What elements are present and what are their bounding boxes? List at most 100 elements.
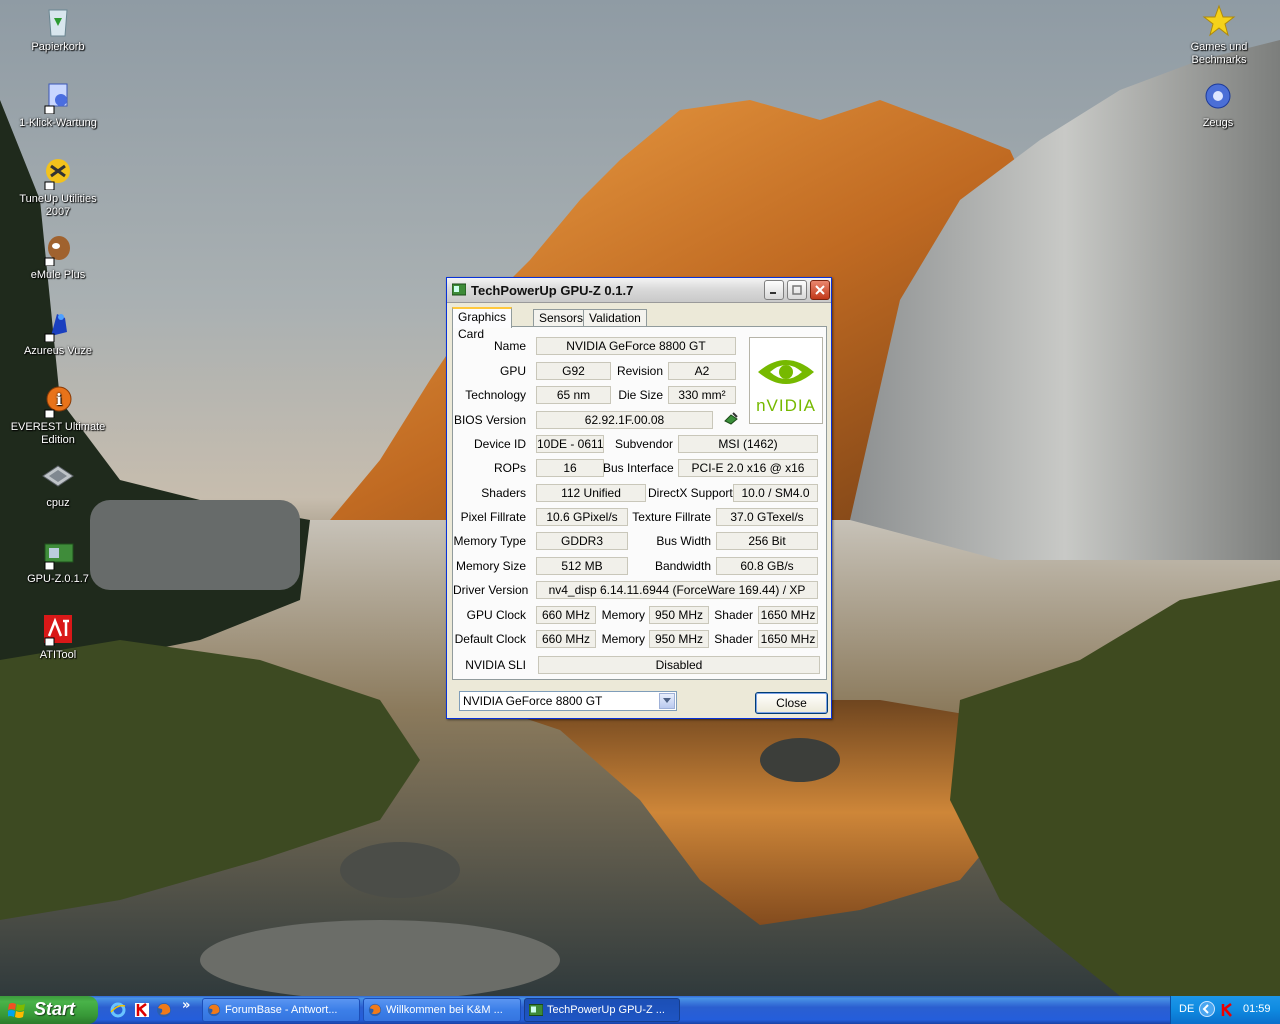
- recycle-bin-icon: [41, 4, 75, 38]
- tray-kaspersky[interactable]: [1219, 1002, 1235, 1018]
- green-chip-icon: [724, 412, 738, 425]
- label-directx-support: DirectX Support: [648, 486, 733, 500]
- taskbar-item-label: TechPowerUp GPU-Z ...: [547, 1004, 665, 1016]
- close-button[interactable]: Close: [755, 692, 828, 714]
- tuneup-utilities-icon: [41, 156, 75, 191]
- desktop-icon-1-klick-wartung[interactable]: 1-Klick-Wartung: [8, 80, 108, 130]
- chevron-down-icon: [663, 698, 671, 703]
- minimize-icon: [770, 292, 776, 294]
- taskbar-item-willkommen[interactable]: Willkommen bei K&M ...: [363, 998, 521, 1022]
- tab-sensors[interactable]: Sensors: [533, 309, 590, 327]
- maximize-button[interactable]: [787, 280, 807, 300]
- firefox-icon: [157, 1003, 171, 1017]
- value-driver-version: nv4_disp 6.14.11.6944 (ForceWare 169.44)…: [536, 581, 818, 599]
- desktop-icon-gpuz[interactable]: GPU-Z.0.1.7: [8, 536, 108, 586]
- value-memory-type: GDDR3: [536, 532, 628, 550]
- desktop-icon-everest-ultimate[interactable]: i EVEREST Ultimate Edition: [8, 384, 108, 447]
- value-rops: 16: [536, 459, 604, 477]
- azureus-frog-icon: [41, 308, 75, 343]
- desktop-icon-atitool[interactable]: ATITool: [8, 612, 108, 662]
- nvidia-eye-icon: [758, 360, 814, 384]
- value-nvidia-sli: Disabled: [538, 656, 820, 674]
- value-bios-version: 62.92.1F.00.08: [536, 411, 713, 429]
- quicklaunch-kaspersky[interactable]: [134, 1002, 150, 1018]
- tab-graphics-card[interactable]: Graphics Card: [452, 307, 513, 341]
- label-default-clock: Default Clock: [454, 632, 526, 646]
- desktop-icon-tuneup-utilities[interactable]: TuneUp Utilities 2007: [8, 156, 108, 219]
- value-shaders: 112 Unified: [536, 484, 646, 502]
- desktop-icon-label: Papierkorb: [31, 41, 85, 53]
- desktop-icon-cpuz[interactable]: cpuz: [8, 460, 108, 510]
- gpuz-window: TechPowerUp GPU-Z 0.1.7 Graphics Card Se…: [446, 277, 832, 719]
- label-default-memory: Memory: [601, 632, 645, 646]
- minimize-button[interactable]: [764, 280, 784, 300]
- quicklaunch-ie[interactable]: [110, 1002, 126, 1018]
- taskbar-item-label: Willkommen bei K&M ...: [386, 1004, 503, 1016]
- quicklaunch-firefox[interactable]: [156, 1002, 172, 1018]
- nvidia-logo-text: nVIDIA: [756, 396, 816, 415]
- tray-expand-button[interactable]: [1199, 1001, 1215, 1017]
- value-bandwidth: 60.8 GB/s: [716, 557, 818, 575]
- label-bios-version: BIOS Version: [453, 413, 526, 427]
- desktop-icon-label: Zeugs: [1202, 117, 1234, 129]
- gpuz-app-icon: [451, 283, 467, 296]
- label-shaders: Shaders: [481, 486, 526, 500]
- maximize-icon: [792, 285, 802, 295]
- desktop-icon-label: Games und Bechmarks: [1190, 41, 1248, 66]
- taskbar-item-forumbase[interactable]: ForumBase - Antwort...: [202, 998, 360, 1022]
- desktop-icon-zeugs[interactable]: Zeugs: [1168, 80, 1268, 130]
- value-default-shader: 1650 MHz: [758, 630, 818, 648]
- desktop-icon-label: GPU-Z.0.1.7: [27, 573, 89, 585]
- window-titlebar[interactable]: TechPowerUp GPU-Z 0.1.7: [447, 278, 831, 303]
- dropdown-button[interactable]: [659, 693, 675, 709]
- taskbar-item-gpuz[interactable]: TechPowerUp GPU-Z ...: [524, 998, 680, 1022]
- value-pixel-fillrate: 10.6 GPixel/s: [536, 508, 628, 526]
- desktop-icon-label: TuneUp Utilities 2007: [19, 193, 97, 218]
- chevron-left-icon: [1202, 1004, 1209, 1014]
- gpuz-card-icon: [41, 536, 75, 571]
- tab-validation[interactable]: Validation: [583, 309, 647, 327]
- clock[interactable]: 01:59: [1243, 1003, 1271, 1015]
- label-bandwidth: Bandwidth: [654, 559, 711, 573]
- label-rops: ROPs: [493, 461, 526, 475]
- desktop: Papierkorb 1-Klick-Wartung TuneUp Utilit…: [0, 0, 1280, 996]
- desktop-icon-label: Azureus Vuze: [23, 345, 93, 357]
- bios-save-button[interactable]: [723, 411, 739, 425]
- label-shader-clock: Shader: [714, 608, 753, 622]
- label-nvidia-sli: NVIDIA SLI: [465, 658, 526, 672]
- system-tray: DE 01:59: [1170, 996, 1280, 1024]
- language-indicator[interactable]: DE: [1179, 1003, 1194, 1015]
- desktop-icon-games-und-benchmarks[interactable]: Games und Bechmarks: [1164, 4, 1274, 67]
- desktop-icon-recycle-bin[interactable]: Papierkorb: [8, 4, 108, 54]
- value-die-size: 330 mm²: [668, 386, 736, 404]
- quicklaunch-chevron[interactable]: »: [182, 998, 190, 1013]
- graphics-card-panel: Name NVIDIA GeForce 8800 GT GPU G92 Revi…: [452, 326, 827, 680]
- label-gpu: GPU: [499, 364, 526, 378]
- nvidia-logo: nVIDIA: [749, 337, 823, 424]
- value-technology: 65 nm: [536, 386, 611, 404]
- close-window-button[interactable]: [810, 280, 830, 300]
- label-memory-clock: Memory: [601, 608, 645, 622]
- label-bus-width: Bus Width: [656, 534, 711, 548]
- value-memory-size: 512 MB: [536, 557, 628, 575]
- value-memory-clock: 950 MHz: [649, 606, 709, 624]
- desktop-icon-label: ATITool: [39, 649, 77, 661]
- firefox-icon: [368, 1003, 382, 1017]
- value-gpu: G92: [536, 362, 611, 380]
- internet-explorer-icon: [110, 1002, 126, 1018]
- kaspersky-icon: [135, 1003, 149, 1017]
- close-icon: [815, 285, 825, 295]
- kaspersky-icon: [1221, 1003, 1232, 1017]
- windows-logo-icon: [7, 1002, 26, 1019]
- cpuz-chip-icon: [41, 460, 75, 494]
- start-button[interactable]: Start: [0, 996, 98, 1024]
- desktop-icon-label: EVEREST Ultimate Edition: [10, 421, 106, 446]
- desktop-icon-label: cpuz: [46, 497, 70, 509]
- desktop-icon-azureus-vuze[interactable]: Azureus Vuze: [8, 308, 108, 358]
- device-select[interactable]: NVIDIA GeForce 8800 GT: [459, 691, 677, 711]
- label-texture-fillrate: Texture Fillrate: [632, 510, 711, 524]
- label-subvendor: Subvendor: [614, 437, 673, 451]
- value-default-clock: 660 MHz: [536, 630, 596, 648]
- desktop-icon-emule-plus[interactable]: eMule Plus: [8, 232, 108, 282]
- start-label: Start: [34, 999, 76, 1019]
